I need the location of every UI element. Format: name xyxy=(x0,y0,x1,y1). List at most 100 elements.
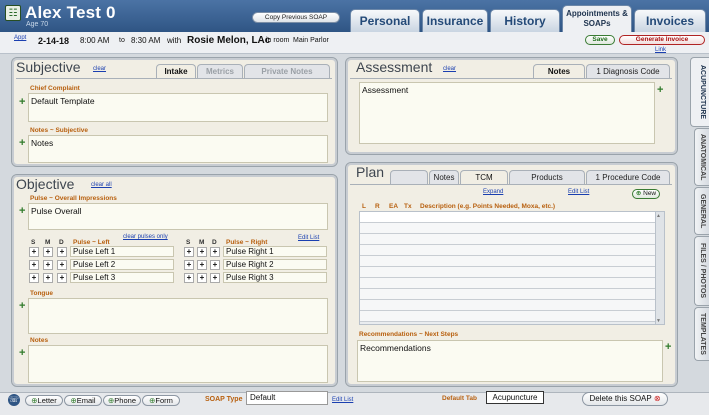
pulse-d-toggle[interactable]: + xyxy=(210,273,220,283)
scroll-up-icon[interactable]: ▲ xyxy=(656,213,661,219)
tab-private-notes[interactable]: Private Notes xyxy=(244,64,330,78)
pulse-d-toggle[interactable]: + xyxy=(57,247,67,257)
subjective-notes-field[interactable] xyxy=(28,135,328,163)
tab-plan-blank[interactable] xyxy=(390,170,428,184)
pulse-left-3[interactable]: Pulse Left 3 xyxy=(70,272,174,283)
copy-previous-soap-button[interactable]: Copy Previous SOAP xyxy=(252,12,340,23)
default-tab-select[interactable]: Acupuncture xyxy=(486,391,544,404)
pulse-d-toggle[interactable]: + xyxy=(57,273,67,283)
soap-type-select[interactable]: Default xyxy=(246,391,328,405)
table-row[interactable] xyxy=(360,234,664,245)
pulse-d-toggle[interactable]: + xyxy=(57,260,67,270)
side-tab-anatomical[interactable]: ANATOMICAL xyxy=(694,128,709,186)
pulse-s-toggle[interactable]: + xyxy=(29,247,39,257)
tongue-field[interactable] xyxy=(28,298,328,334)
pulse-m-toggle[interactable]: + xyxy=(43,273,53,283)
pulse-d-toggle[interactable]: + xyxy=(210,260,220,270)
table-row[interactable] xyxy=(360,256,664,267)
add-objective-note-icon[interactable]: + xyxy=(19,347,25,359)
tab-invoices[interactable]: Invoices xyxy=(634,9,706,33)
chief-complaint-text: Default Template xyxy=(31,96,95,106)
table-row[interactable] xyxy=(360,278,664,289)
recommendations-label: Recommendations ~ Next Steps xyxy=(359,331,459,338)
add-pulse-overall-icon[interactable]: + xyxy=(19,205,25,217)
tab-tcm[interactable]: TCM xyxy=(460,170,508,184)
pulse-m-toggle[interactable]: + xyxy=(197,273,207,283)
table-row[interactable] xyxy=(360,300,664,311)
pulse-m-toggle[interactable]: + xyxy=(43,260,53,270)
grid-scrollbar[interactable] xyxy=(655,212,664,324)
clear-pulses-link[interactable]: clear pulses only xyxy=(123,234,168,240)
add-recommendation-icon[interactable]: + xyxy=(665,341,671,353)
expand-link[interactable]: Expand xyxy=(483,189,503,195)
pulse-left-2[interactable]: Pulse Left 2 xyxy=(70,259,174,270)
assessment-clear-link[interactable]: clear xyxy=(443,66,456,72)
delete-soap-label: Delete this SOAP xyxy=(589,394,652,403)
tab-plan-notes[interactable]: Notes xyxy=(429,170,459,184)
pulse-edit-list-link[interactable]: Edit List xyxy=(298,235,319,241)
add-tongue-icon[interactable]: + xyxy=(19,300,25,312)
patient-card-icon: ☷ xyxy=(5,5,21,21)
divider xyxy=(350,184,672,185)
tab-intake[interactable]: Intake xyxy=(156,64,196,78)
save-button[interactable]: Save xyxy=(585,35,615,45)
pulse-right-1[interactable]: Pulse Right 1 xyxy=(223,246,327,257)
phone-link-icon[interactable]: ☏ xyxy=(8,394,20,406)
side-tab-general[interactable]: GENERAL xyxy=(694,187,709,235)
tab-metrics[interactable]: Metrics xyxy=(197,64,243,78)
appointment-start: 8:00 AM xyxy=(80,36,110,45)
table-row[interactable] xyxy=(360,289,664,300)
form-label: Form xyxy=(155,396,173,405)
plan-edit-list-link[interactable]: Edit List xyxy=(568,189,589,195)
tab-assessment-notes[interactable]: Notes xyxy=(533,64,585,78)
side-tab-templates[interactable]: TEMPLATES xyxy=(694,307,709,361)
phone-button[interactable]: ⊕Phone xyxy=(103,395,141,406)
subjective-clear-link[interactable]: clear xyxy=(93,66,106,72)
tab-products[interactable]: Products xyxy=(509,170,585,184)
table-row[interactable] xyxy=(360,245,664,256)
tab-appointments-soaps[interactable]: Appointments & SOAPs xyxy=(562,5,632,33)
pulse-m-toggle[interactable]: + xyxy=(197,247,207,257)
pulse-m-toggle[interactable]: + xyxy=(197,260,207,270)
add-subjective-note-icon[interactable]: + xyxy=(19,137,25,149)
email-button[interactable]: ⊕Email xyxy=(64,395,102,406)
form-button[interactable]: ⊕Form xyxy=(142,395,180,406)
delete-soap-button[interactable]: Delete this SOAP ⊗ xyxy=(582,392,668,406)
letter-label: Letter xyxy=(37,396,57,405)
pulse-s-toggle[interactable]: + xyxy=(29,273,39,283)
table-row[interactable] xyxy=(360,311,664,322)
footer-edit-list-link[interactable]: Edit List xyxy=(332,397,353,403)
side-tab-acupuncture[interactable]: ACUPUNCTURE xyxy=(690,57,709,127)
pulse-m-toggle[interactable]: + xyxy=(43,247,53,257)
tab-history[interactable]: History xyxy=(490,9,560,33)
tab-insurance[interactable]: Insurance xyxy=(422,9,488,33)
patient-age: Age 70 xyxy=(26,21,49,28)
scroll-down-icon[interactable]: ▼ xyxy=(656,318,661,324)
tab-personal[interactable]: Personal xyxy=(350,9,420,33)
pulse-right-3[interactable]: Pulse Right 3 xyxy=(223,272,327,283)
add-chief-complaint-icon[interactable]: + xyxy=(19,96,25,108)
new-treatment-button[interactable]: ⊕ New xyxy=(632,189,660,199)
pulse-s-toggle[interactable]: + xyxy=(184,247,194,257)
appt-link[interactable]: Appt xyxy=(14,35,26,41)
tab-procedure-code[interactable]: 1 Procedure Code xyxy=(586,170,670,184)
tab-diagnosis-code[interactable]: 1 Diagnosis Code xyxy=(586,64,670,78)
objective-clear-all-link[interactable]: clear all xyxy=(91,182,112,188)
generate-invoice-button[interactable]: Generate Invoice xyxy=(619,35,705,45)
link-link[interactable]: Link xyxy=(655,47,666,53)
table-row[interactable] xyxy=(360,212,664,223)
pulse-s-toggle[interactable]: + xyxy=(29,260,39,270)
pulse-left-1[interactable]: Pulse Left 1 xyxy=(70,246,174,257)
add-assessment-icon[interactable]: + xyxy=(657,84,663,96)
table-row[interactable] xyxy=(360,267,664,278)
table-row[interactable] xyxy=(360,223,664,234)
treatment-grid[interactable] xyxy=(359,211,665,325)
pulse-right-2[interactable]: Pulse Right 2 xyxy=(223,259,327,270)
in-room-label: in room xyxy=(266,37,290,44)
side-tab-files-photos[interactable]: FILES / PHOTOS xyxy=(694,236,709,306)
letter-button[interactable]: ⊕Letter xyxy=(25,395,63,406)
objective-notes-field[interactable] xyxy=(28,345,328,383)
pulse-s-toggle[interactable]: + xyxy=(184,273,194,283)
pulse-d-toggle[interactable]: + xyxy=(210,247,220,257)
pulse-s-toggle[interactable]: + xyxy=(184,260,194,270)
